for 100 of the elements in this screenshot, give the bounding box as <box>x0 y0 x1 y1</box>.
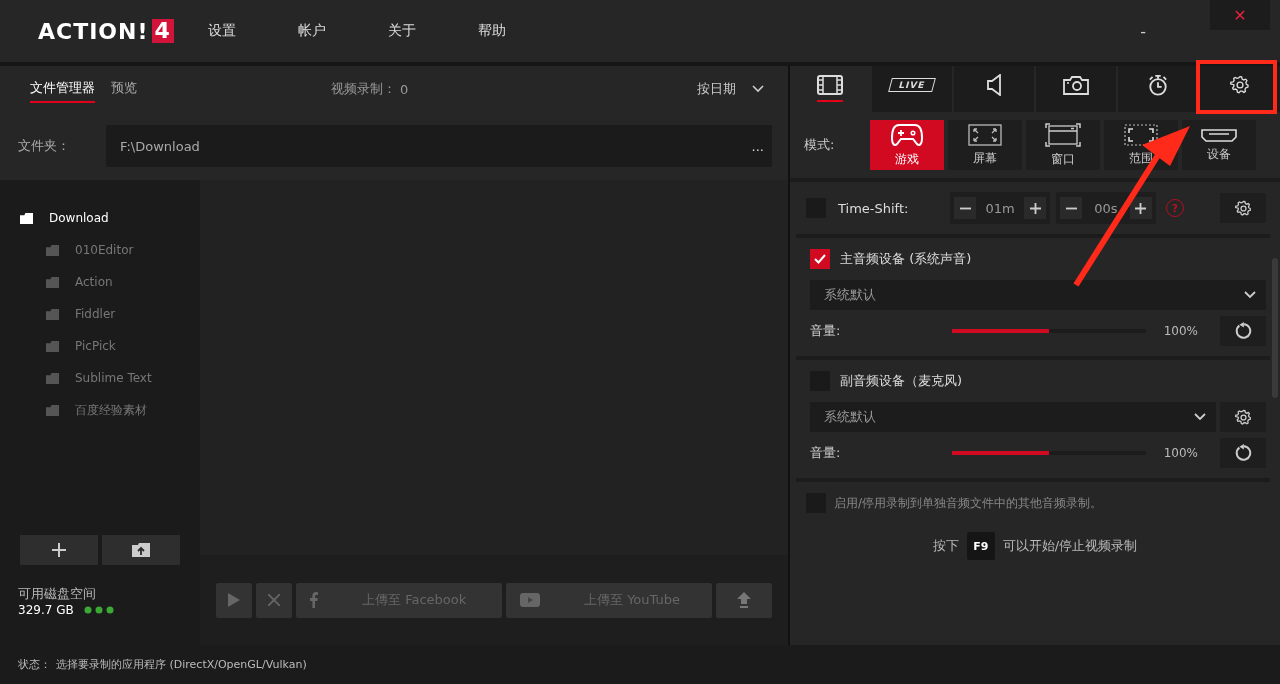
volume-label: 音量: <box>810 322 842 340</box>
mode-button[interactable]: 游戏 <box>870 120 944 170</box>
volume-label: 音量: <box>810 444 842 462</box>
hotkey-badge: F9 <box>966 532 995 560</box>
separate-audio-label: 启用/停用录制到单独音频文件中的其他音频录制。 <box>834 494 1103 512</box>
upload-button[interactable] <box>716 582 772 618</box>
speaker-icon <box>987 73 1001 96</box>
chevron-down-icon <box>752 85 764 93</box>
film-icon <box>817 74 843 95</box>
audio-device-dropdown[interactable]: 系统默认 <box>810 402 1216 432</box>
reset-button[interactable] <box>1220 438 1266 468</box>
hdmi-port-icon <box>1201 127 1237 142</box>
folder-tree-item[interactable]: 百度经验素材 <box>0 394 200 426</box>
folder-label: 文件夹： <box>18 137 71 155</box>
hint-text: 可以开始/停止视频录制 <box>1002 537 1138 555</box>
fullscreen-icon <box>968 123 1002 146</box>
mode-label: 模式: <box>804 136 836 154</box>
settings-button[interactable] <box>1220 193 1266 223</box>
folder-tree-item[interactable]: Download <box>0 202 200 234</box>
folder-tree-item[interactable]: Action <box>0 266 200 298</box>
menu-item[interactable]: 帐户 <box>297 22 388 40</box>
menu-item[interactable]: 帮助 <box>477 22 568 40</box>
open-folder-button[interactable] <box>102 535 180 565</box>
video-count: 0 <box>400 81 409 97</box>
plus-icon <box>52 543 66 557</box>
camera-icon <box>1063 74 1089 95</box>
add-folder-button[interactable] <box>20 535 98 565</box>
play-icon <box>228 593 240 607</box>
checkbox[interactable] <box>810 249 830 269</box>
disk-space-value: 329.7 GB <box>18 603 74 617</box>
folder-icon <box>46 340 59 352</box>
folder-tree-item[interactable]: Fiddler <box>0 298 200 330</box>
plus-icon <box>1135 202 1147 214</box>
tab[interactable] <box>954 66 1034 112</box>
folder-upload-icon <box>132 543 150 557</box>
close-icon <box>268 594 280 606</box>
tab[interactable]: 文件管理器 <box>30 75 95 103</box>
volume-reading: 100% <box>1163 324 1198 338</box>
mode-button[interactable]: 设备 <box>1182 120 1256 170</box>
folder-icon <box>46 244 59 256</box>
play-button[interactable] <box>216 582 252 618</box>
tab[interactable] <box>1200 66 1280 112</box>
folder-tree-item[interactable]: PicPick <box>0 330 200 362</box>
audio-device-label: 主音频设备 (系统声音) <box>840 250 972 268</box>
delete-button[interactable] <box>256 582 292 618</box>
video-count-label: 视频录制： <box>331 80 396 98</box>
reset-button[interactable] <box>1220 316 1266 346</box>
sort-dropdown[interactable]: 按日期 <box>697 80 764 98</box>
status-dots-icon <box>83 606 114 614</box>
folder-tree-item[interactable]: 010Editor <box>0 234 200 266</box>
tab[interactable] <box>1036 66 1116 112</box>
tab[interactable] <box>1118 66 1198 112</box>
minutes-value: 01m <box>985 200 1015 216</box>
settings-icon <box>1234 408 1252 426</box>
seconds-value: 00s <box>1094 200 1118 216</box>
window-icon <box>1045 122 1081 147</box>
live-badge: LIVE <box>888 77 936 92</box>
menu-item[interactable]: 设置 <box>207 22 298 40</box>
mode-button[interactable]: 屏幕 <box>948 120 1022 170</box>
mode-button[interactable]: 窗口 <box>1026 120 1100 170</box>
time-shift-label: Time-Shift: <box>838 200 910 216</box>
menu-item[interactable]: 关于 <box>387 22 478 40</box>
settings-icon <box>1234 199 1252 217</box>
folder-icon <box>46 276 59 288</box>
chevron-down-icon <box>1194 413 1206 421</box>
settings-icon <box>1230 74 1250 95</box>
plus-button[interactable] <box>1024 197 1046 219</box>
status-label: 状态： <box>18 657 52 672</box>
minimize-button[interactable]: - <box>1140 21 1146 41</box>
chevron-down-icon <box>1244 291 1256 299</box>
plus-button[interactable] <box>1130 197 1152 219</box>
folder-tree-item[interactable]: Sublime Text <box>0 362 200 394</box>
facebook-icon <box>310 592 318 608</box>
tab[interactable]: 预览 <box>111 75 137 103</box>
minus-button[interactable] <box>1060 197 1082 219</box>
upload-arrow-icon <box>737 592 751 608</box>
selection-region-icon <box>1124 123 1158 146</box>
status-text: 选择要录制的应用程序 (DirectX/OpenGL/Vulkan) <box>56 657 307 672</box>
reset-icon <box>1234 322 1252 340</box>
audio-device-dropdown[interactable]: 系统默认 <box>810 280 1266 310</box>
volume-slider[interactable] <box>952 329 1146 333</box>
video-play-icon <box>520 593 540 607</box>
volume-reading: 100% <box>1163 446 1198 460</box>
folder-icon <box>46 308 59 320</box>
close-button[interactable]: ✕ <box>1210 0 1270 30</box>
stopwatch-icon <box>1148 73 1168 96</box>
folder-icon <box>46 404 59 416</box>
tab[interactable]: LIVE <box>872 66 952 112</box>
reset-icon <box>1234 444 1252 462</box>
hint-text: 按下 <box>932 537 959 555</box>
minus-button[interactable] <box>954 197 976 219</box>
app-logo: ACTION! 4 <box>38 18 174 44</box>
disk-space-label: 可用磁盘空间 <box>18 585 97 603</box>
folder-icon <box>46 372 59 384</box>
volume-slider[interactable] <box>952 451 1146 455</box>
audio-device-label: 副音频设备（麦克风) <box>840 372 963 390</box>
plus-icon <box>1029 202 1041 214</box>
check-icon <box>814 254 826 264</box>
folder-path-field[interactable]: F:\Download ... <box>106 125 772 167</box>
settings-button[interactable] <box>1220 402 1266 432</box>
